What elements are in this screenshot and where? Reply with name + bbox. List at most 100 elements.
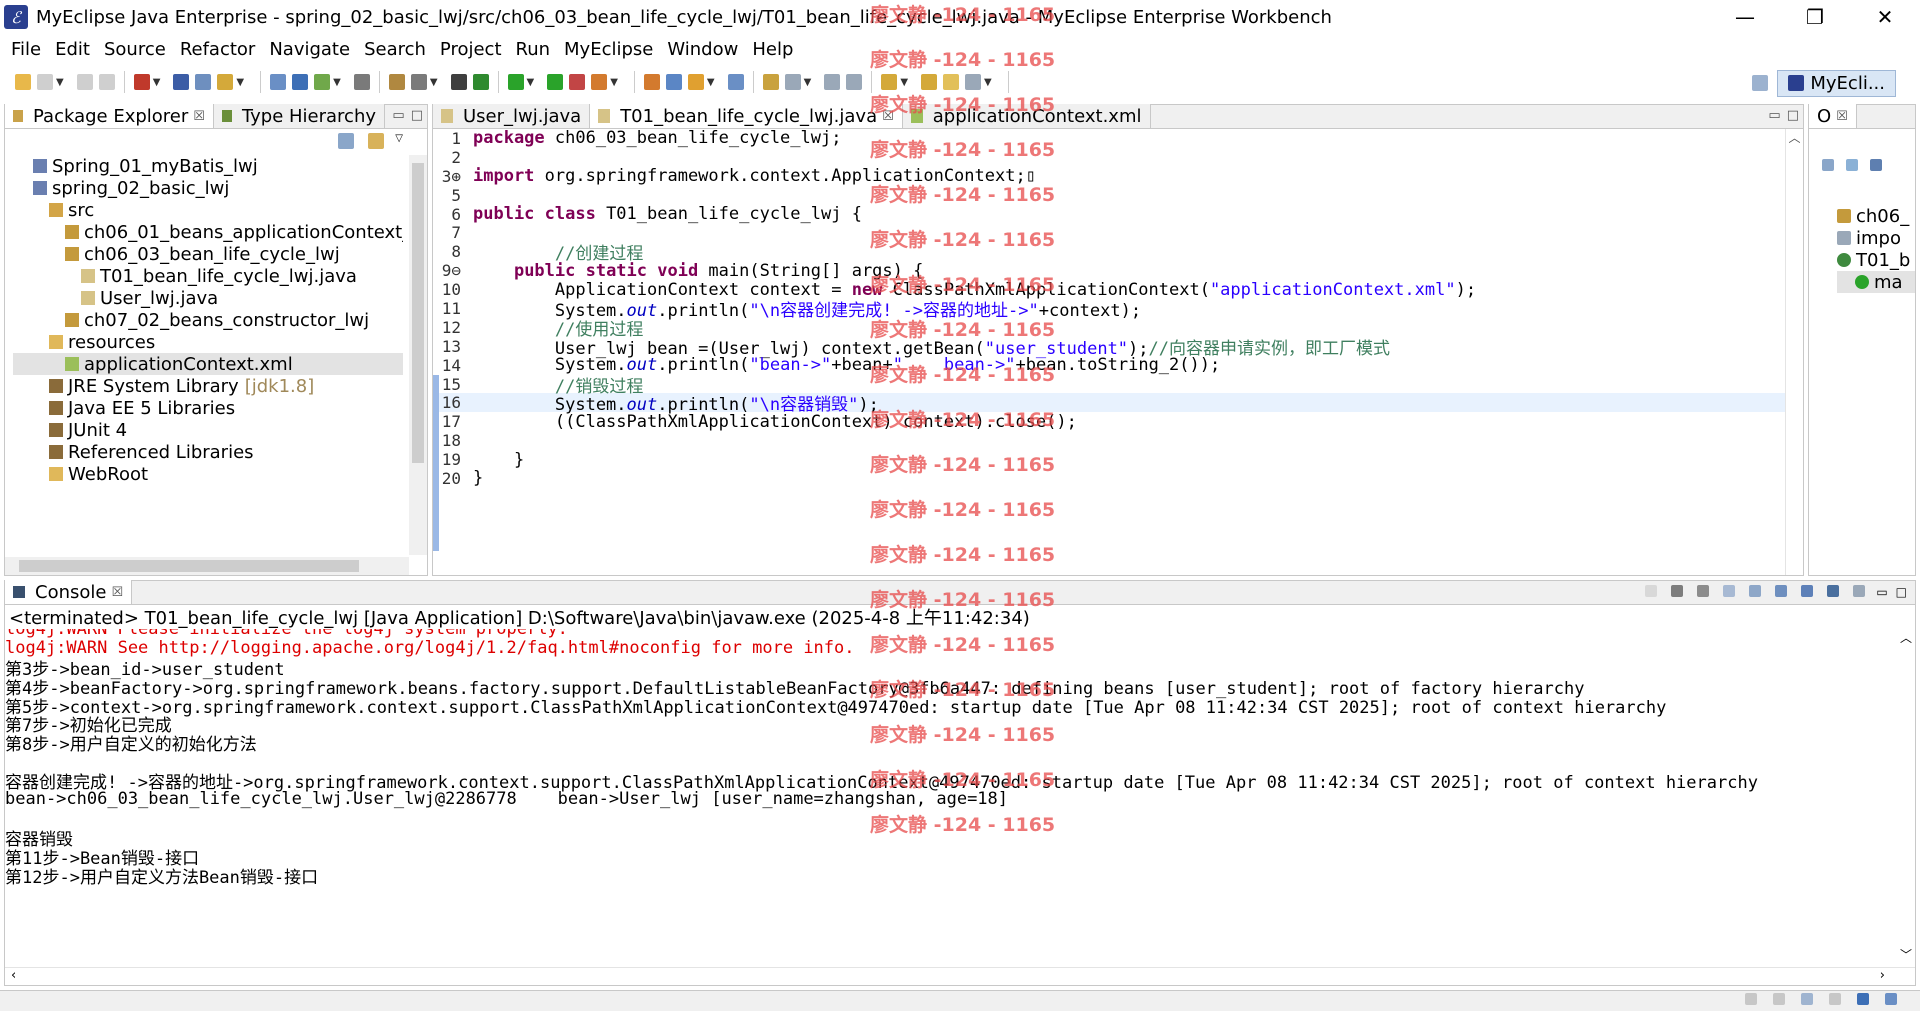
- editor-tab[interactable]: User_lwj.java: [433, 104, 591, 128]
- whitespace-icon[interactable]: [824, 74, 841, 90]
- dropdown-arrow-icon[interactable]: ▼: [900, 77, 908, 88]
- tree-item[interactable]: src: [13, 199, 403, 221]
- explorer-horizontal-scrollbar[interactable]: [5, 557, 409, 575]
- terminal-icon[interactable]: [450, 74, 467, 90]
- close-tab-icon[interactable]: ☒: [111, 585, 123, 600]
- show-on-output-icon[interactable]: [1775, 585, 1788, 597]
- save-icon[interactable]: [37, 74, 53, 90]
- tree-item[interactable]: spring_02_basic_lwj: [13, 177, 403, 199]
- collapse-icon[interactable]: [1822, 159, 1834, 171]
- format-icon[interactable]: [846, 74, 863, 90]
- view-menu-icon[interactable]: ▽: [395, 133, 403, 149]
- dropdown-arrow-icon[interactable]: ▼: [804, 77, 812, 88]
- code-editor[interactable]: 1 package ch06_03_bean_life_cycle_lwj; 2 3⊕…: [433, 128, 1803, 575]
- scroll-lock-icon[interactable]: [1749, 585, 1762, 597]
- status-icon-4[interactable]: [1829, 993, 1841, 1005]
- editor-vertical-scrollbar[interactable]: ︿: [1785, 129, 1803, 575]
- collapse-all-icon[interactable]: [338, 133, 355, 149]
- open-type-icon[interactable]: [217, 74, 234, 90]
- close-tab-icon[interactable]: ☒: [193, 109, 205, 124]
- dropdown-arrow-icon[interactable]: ▼: [430, 77, 438, 88]
- debug-config-icon[interactable]: [133, 74, 150, 90]
- outline-item[interactable]: impo: [1837, 227, 1915, 249]
- status-icon-5[interactable]: [1857, 993, 1869, 1005]
- toggle-mark-icon[interactable]: [727, 74, 744, 90]
- open-console-icon[interactable]: [1853, 585, 1866, 597]
- tree-item[interactable]: WebRoot: [13, 463, 403, 485]
- new-class-icon[interactable]: [591, 74, 608, 90]
- run-icon[interactable]: [314, 74, 331, 90]
- external-tools-icon[interactable]: [353, 74, 370, 90]
- print-icon[interactable]: [98, 74, 115, 90]
- run-as-icon[interactable]: [507, 74, 524, 90]
- dropdown-arrow-icon[interactable]: ▼: [236, 77, 244, 88]
- status-icon-3[interactable]: [1801, 993, 1813, 1005]
- dropdown-arrow-icon[interactable]: ▼: [153, 77, 161, 88]
- menu-file[interactable]: File: [4, 39, 48, 60]
- scroll-up-icon[interactable]: ︿: [1786, 129, 1803, 146]
- tree-item[interactable]: T01_bean_life_cycle_lwj.java: [13, 265, 403, 287]
- display-console-icon[interactable]: [1827, 585, 1840, 597]
- scroll-thumb[interactable]: [412, 163, 424, 463]
- dropdown-arrow-icon[interactable]: ▼: [707, 77, 715, 88]
- remove-launch-icon[interactable]: [1671, 585, 1684, 597]
- scroll-thumb[interactable]: [19, 560, 359, 572]
- scroll-left-icon[interactable]: ‹: [11, 968, 16, 983]
- myeclipse-perspective-button[interactable]: MyEcli...: [1777, 69, 1896, 97]
- outline-item[interactable]: T01_b: [1837, 249, 1915, 271]
- menu-source[interactable]: Source: [97, 39, 173, 60]
- menu-window[interactable]: Window: [660, 39, 745, 60]
- tree-item[interactable]: Spring_01_myBatis_lwj: [13, 155, 403, 177]
- status-icon-2[interactable]: [1773, 993, 1785, 1005]
- next-annotation-icon[interactable]: [881, 74, 898, 90]
- scroll-down-icon[interactable]: ﹀: [1897, 946, 1915, 963]
- deploy-icon[interactable]: [195, 74, 212, 90]
- menu-help[interactable]: Help: [745, 39, 800, 60]
- restore-button[interactable]: ❐: [1780, 0, 1850, 34]
- tree-item[interactable]: ch06_03_bean_life_cycle_lwj: [13, 243, 403, 265]
- back-icon[interactable]: [943, 74, 960, 90]
- open-perspective-icon[interactable]: [1752, 75, 1769, 91]
- profile-icon[interactable]: [569, 74, 586, 90]
- clear-console-icon[interactable]: [1723, 585, 1736, 597]
- close-button[interactable]: ✕: [1850, 0, 1920, 34]
- link-with-editor-icon[interactable]: [368, 133, 385, 149]
- tree-item[interactable]: ch06_01_beans_applicationContext_: [13, 221, 403, 243]
- new-project-icon[interactable]: [388, 74, 405, 90]
- tree-item[interactable]: Java EE 5 Libraries: [13, 397, 403, 419]
- minimize-view-icon[interactable]: ▭: [392, 108, 404, 123]
- console-vertical-scrollbar[interactable]: ︿ ﹀: [1897, 629, 1915, 963]
- minimize-console-icon[interactable]: ▭: [1876, 585, 1887, 599]
- server-icon[interactable]: [173, 74, 190, 90]
- menu-project[interactable]: Project: [433, 39, 509, 60]
- outline-item[interactable]: ch06_: [1837, 205, 1915, 227]
- annotation-icon[interactable]: [687, 74, 704, 90]
- block-select-icon[interactable]: [784, 74, 801, 90]
- menu-search[interactable]: Search: [357, 39, 433, 60]
- new-interface-icon[interactable]: [643, 74, 660, 90]
- open-perspective-icon[interactable]: [665, 74, 682, 90]
- remove-all-icon[interactable]: [1697, 585, 1710, 597]
- forward-icon[interactable]: [965, 74, 982, 90]
- coverage-icon[interactable]: [547, 74, 564, 90]
- tree-item[interactable]: ch07_02_beans_constructor_lwj: [13, 309, 403, 331]
- tree-item[interactable]: JRE System Library [jdk1.8]: [13, 375, 403, 397]
- previous-annotation-icon[interactable]: [921, 74, 938, 90]
- tree-item[interactable]: applicationContext.xml: [13, 353, 403, 375]
- dropdown-arrow-icon[interactable]: ▼: [56, 77, 64, 88]
- scroll-up-icon[interactable]: ︿: [1897, 629, 1915, 646]
- dropdown-arrow-icon[interactable]: ▼: [984, 77, 992, 88]
- tab-console[interactable]: Console ☒: [5, 580, 133, 604]
- maximize-editor-icon[interactable]: □: [1787, 108, 1799, 123]
- sort-icon[interactable]: [1846, 159, 1858, 171]
- status-icon-1[interactable]: [1745, 993, 1757, 1005]
- tab-type-hierarchy[interactable]: Type Hierarchy: [213, 104, 386, 128]
- close-tab-icon[interactable]: ☒: [1836, 109, 1848, 124]
- new-icon[interactable]: [15, 74, 31, 90]
- dropdown-arrow-icon[interactable]: ▼: [527, 77, 535, 88]
- package-icon[interactable]: [410, 74, 427, 90]
- browser-icon[interactable]: [292, 74, 309, 90]
- menu-run[interactable]: Run: [509, 39, 558, 60]
- tree-item[interactable]: User_lwj.java: [13, 287, 403, 309]
- hide-fields-icon[interactable]: [1870, 159, 1882, 171]
